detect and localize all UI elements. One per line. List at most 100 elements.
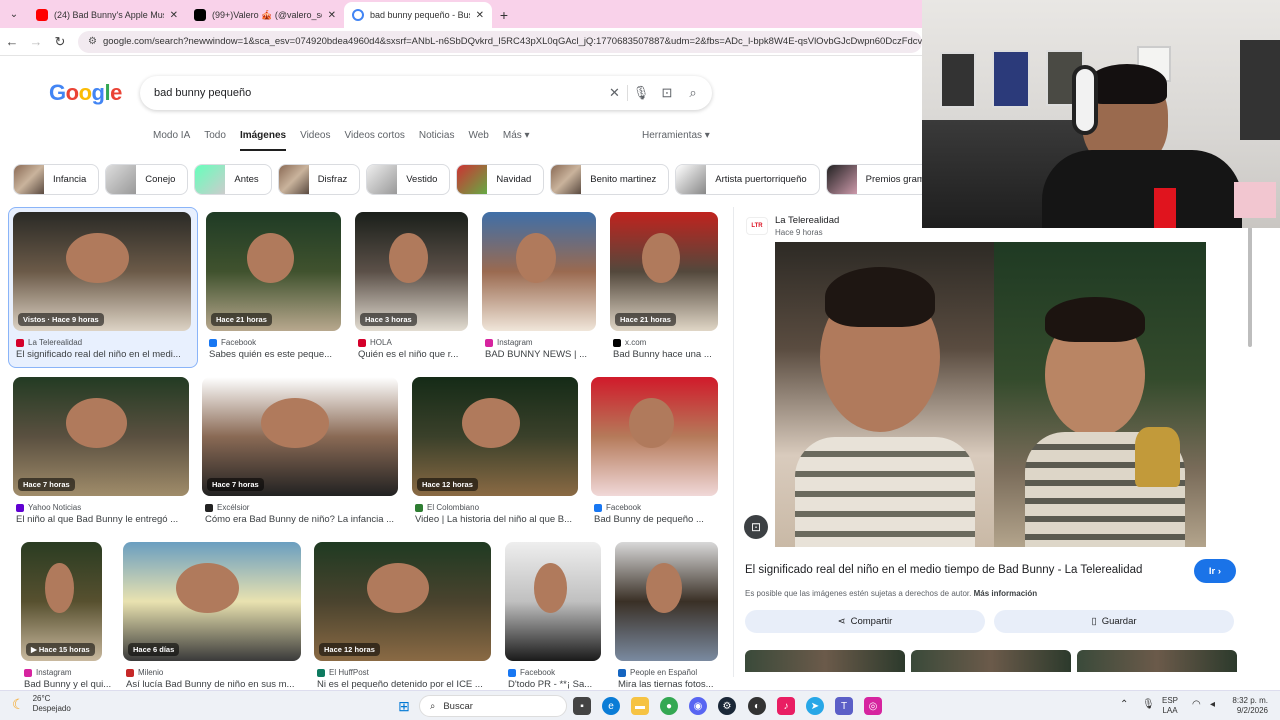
result-image[interactable] [482, 212, 596, 331]
chip[interactable]: Vestido [366, 164, 451, 195]
result-image[interactable]: Hace 7 horas [202, 377, 398, 496]
nav-web[interactable]: Web [468, 130, 488, 151]
result-caption[interactable]: Quién es el niño que r... [358, 349, 471, 360]
file-explorer-icon[interactable]: ▬ [631, 697, 649, 715]
result-source[interactable]: Instagram [485, 338, 533, 347]
steam-icon[interactable]: ⚙ [718, 697, 736, 715]
chip[interactable]: Infancia [13, 164, 100, 195]
result-image[interactable] [505, 542, 601, 661]
camera-lens-icon[interactable]: ⊡ [654, 85, 680, 101]
taskbar-search[interactable]: ⌕ Buscar [419, 695, 567, 717]
weather-widget[interactable]: ☾ 26°C Despejado [12, 694, 71, 714]
result-image[interactable]: Hace 12 horas [412, 377, 578, 496]
edge-icon[interactable]: e [602, 697, 620, 715]
result-caption[interactable]: BAD BUNNY NEWS | ... [485, 349, 599, 360]
result-caption[interactable]: D'todo PR - **¡ Sa... [508, 679, 618, 690]
chip[interactable]: Benito martinez [550, 164, 670, 195]
new-tab-button[interactable]: + [492, 2, 516, 28]
result-caption[interactable]: Sabes quién es este peque... [209, 349, 344, 360]
result-image[interactable]: Hace 7 horas [13, 377, 189, 496]
result-source[interactable]: Facebook [508, 668, 555, 677]
result-image[interactable] [591, 377, 718, 496]
search-input[interactable]: bad bunny pequeño [154, 87, 602, 99]
result-source[interactable]: Instagram [24, 668, 72, 677]
close-tab-icon[interactable]: ✕ [476, 10, 484, 21]
back-icon[interactable]: ← [0, 34, 24, 49]
result-source[interactable]: Facebook [209, 338, 256, 347]
result-source[interactable]: El Colombiano [415, 503, 479, 512]
google-logo[interactable]: Google [49, 80, 122, 106]
forward-icon[interactable]: → [24, 34, 48, 49]
chip[interactable]: Conejo [105, 164, 189, 195]
result-source[interactable]: El HuffPost [317, 668, 369, 677]
close-tab-icon[interactable]: ✕ [328, 10, 336, 21]
clock[interactable]: 8:32 p. m. 9/2/2026 [1226, 696, 1268, 716]
result-caption[interactable]: Bad Bunny y el qui... [24, 679, 134, 690]
result-image[interactable]: Hace 21 horas [206, 212, 341, 331]
nav-ai-mode[interactable]: Modo IA [153, 130, 190, 151]
result-source[interactable]: People en Español [618, 668, 697, 677]
tiktok-icon[interactable]: ♪ [777, 697, 795, 715]
microphone-icon[interactable]: 🎙 [1142, 700, 1155, 710]
instagram-icon[interactable]: ◎ [864, 697, 882, 715]
result-image[interactable]: ▶ Hace 15 horas [21, 542, 102, 661]
site-info-icon[interactable]: ⚙ [88, 36, 97, 47]
result-source[interactable]: Excélsior [205, 503, 249, 512]
result-image[interactable]: Hace 6 días [123, 542, 301, 661]
nav-news[interactable]: Noticias [419, 130, 455, 151]
related-image[interactable] [745, 650, 905, 672]
result-source[interactable]: x.com [613, 338, 646, 347]
clear-icon[interactable]: ✕ [602, 85, 628, 101]
language-indicator[interactable]: ESP LAA [1162, 696, 1178, 716]
windows-start-icon[interactable]: ⊞ [395, 697, 413, 715]
result-caption[interactable]: Ni es el pequeño detenido por el ICE ... [317, 679, 494, 690]
tools-button[interactable]: Herramientas ▾ [642, 130, 710, 141]
related-image[interactable] [911, 650, 1071, 672]
nav-all[interactable]: Todo [204, 130, 226, 151]
result-source[interactable]: HOLA [358, 338, 392, 347]
microphone-icon[interactable]: 🎙 [628, 85, 654, 101]
chip[interactable]: Artista puertorriqueño [675, 164, 820, 195]
preview-scrollbar[interactable] [1248, 227, 1254, 667]
result-source[interactable]: Milenio [126, 668, 163, 677]
result-image[interactable]: Hace 12 horas [314, 542, 491, 661]
tray-chevron-icon[interactable]: ⌃ [1120, 700, 1128, 710]
lens-search-icon[interactable]: ⊡ [744, 515, 768, 539]
result-caption[interactable]: Bad Bunny de pequeño ... [594, 514, 721, 525]
visit-button[interactable]: Ir › [1194, 559, 1236, 583]
discord-icon[interactable]: ◉ [689, 697, 707, 715]
result-caption[interactable]: Mira las tiernas fotos... [618, 679, 728, 690]
tab-search-icon[interactable]: ⌄ [0, 0, 28, 28]
task-view-icon[interactable]: ▪ [573, 697, 591, 715]
result-caption[interactable]: Así lucía Bad Bunny de niño en sus m... [126, 679, 304, 690]
result-image[interactable] [615, 542, 718, 661]
chip[interactable]: Premios gramm [825, 164, 922, 195]
result-image[interactable]: Hace 21 horas [610, 212, 718, 331]
obs-icon[interactable]: ◐ [748, 697, 766, 715]
save-button[interactable]: ▯ Guardar [994, 610, 1234, 633]
tab-apple-music[interactable]: (24) Bad Bunny's Apple Music S ✕ [28, 2, 186, 28]
result-caption[interactable]: Bad Bunny hace una ... [613, 349, 723, 360]
close-tab-icon[interactable]: ✕ [170, 10, 178, 21]
result-source[interactable]: Yahoo Noticias [16, 503, 81, 512]
tab-tiktok[interactable]: (99+)Valero 🎪 (@valero_soy) | ✕ [186, 2, 344, 28]
related-image[interactable] [1077, 650, 1237, 672]
nav-short-videos[interactable]: Videos cortos [344, 130, 404, 151]
network-icon[interactable]: ◠ [1192, 700, 1201, 710]
reload-icon[interactable]: ↻ [48, 34, 72, 50]
result-caption[interactable]: El significado real del niño en el medi.… [16, 349, 194, 360]
search-icon[interactable]: ⌕ [680, 85, 706, 101]
chip[interactable]: Disfraz [277, 164, 361, 195]
share-button[interactable]: ⋖ Compartir [745, 610, 985, 633]
result-caption[interactable]: El niño al que Bad Bunny le entregó ... [16, 514, 192, 525]
preview-title[interactable]: El significado real del niño en el medio… [745, 564, 1142, 576]
telegram-icon[interactable]: ➤ [806, 697, 824, 715]
scrollbar-thumb[interactable] [1248, 227, 1252, 347]
preview-image[interactable] [775, 242, 1206, 547]
result-caption[interactable]: Video | La historia del niño al que B... [415, 514, 581, 525]
nav-more[interactable]: Más ▾ [503, 130, 530, 151]
tab-google-search[interactable]: bad bunny pequeño - Buscar co ✕ [344, 2, 492, 28]
result-image[interactable]: Vistos · Hace 9 horas [13, 212, 191, 331]
more-info-link[interactable]: Más información [974, 589, 1038, 598]
volume-icon[interactable]: ◂ [1210, 700, 1215, 710]
